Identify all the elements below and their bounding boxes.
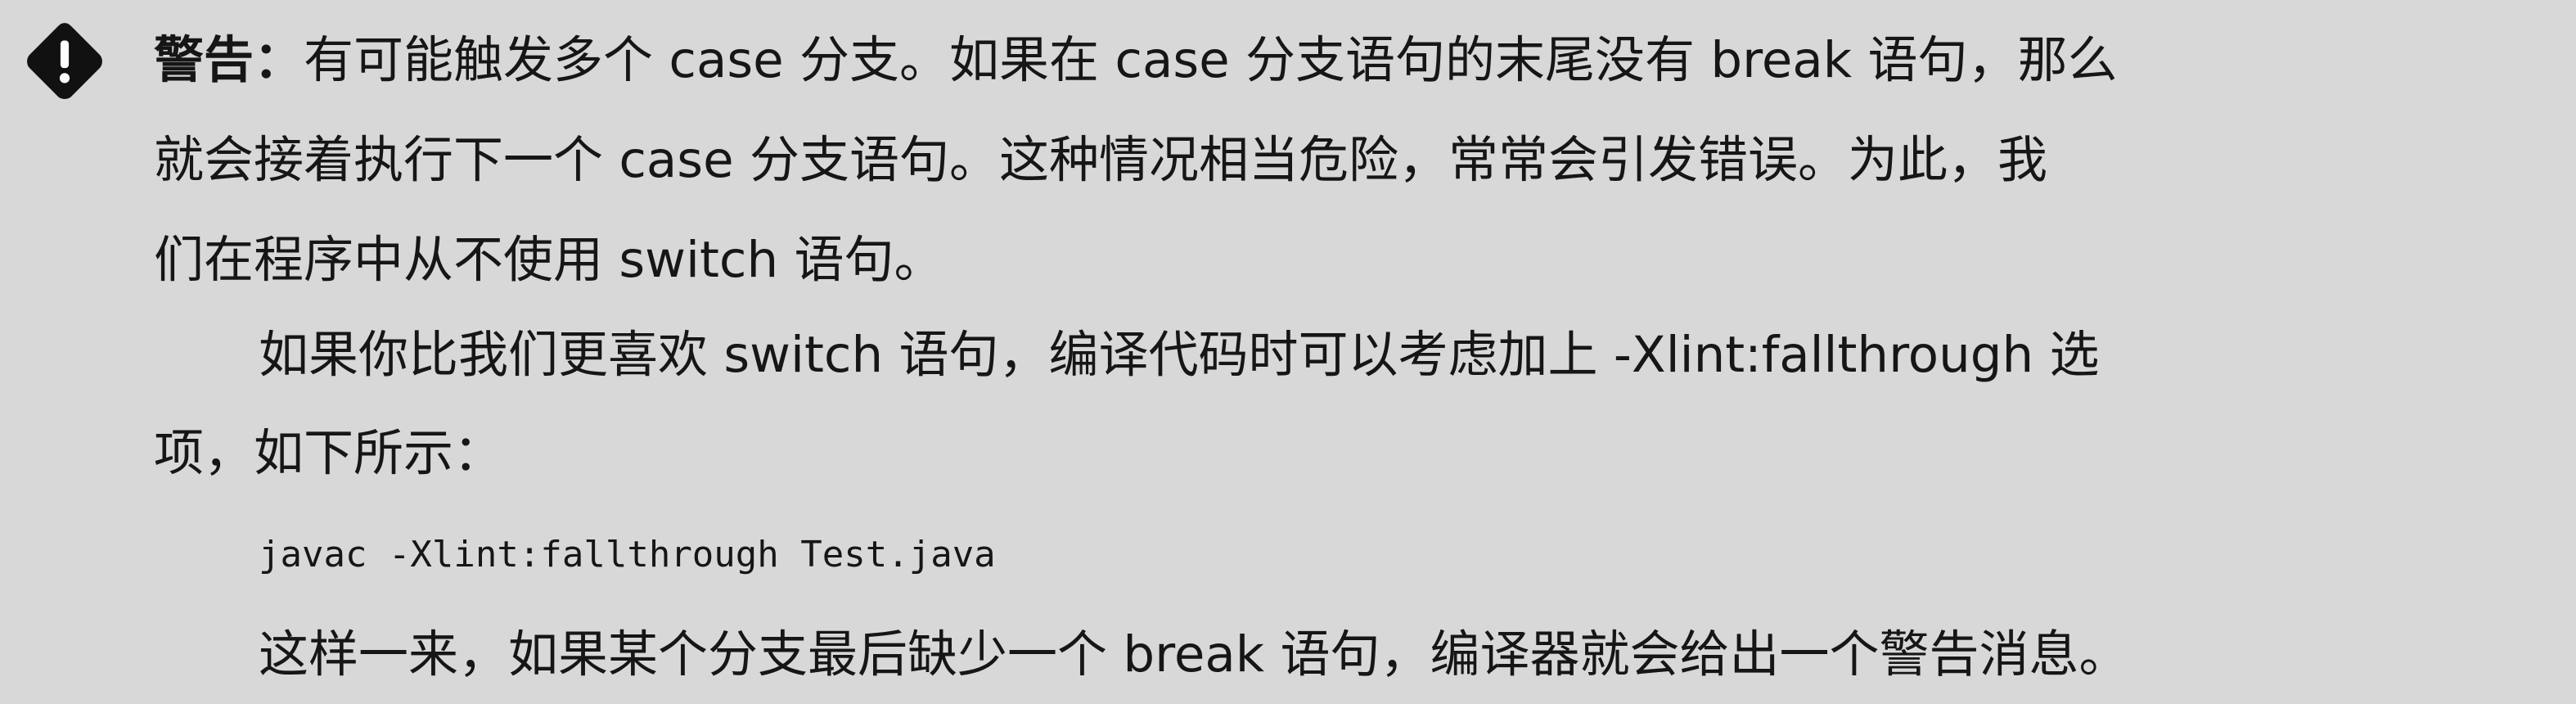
warning-line-2: 就会接着执行下一个 case 分支语句。这种情况相当危险，常常会引发错误。为此，… <box>154 131 2048 189</box>
warning-heading: 警告： <box>154 31 304 89</box>
warning-diamond-icon <box>27 23 102 99</box>
warning-line-4: 如果你比我们更喜欢 switch 语句，编译代码时可以考虑加上 -Xlint:f… <box>259 326 2100 384</box>
warning-line-5: 项，如下所示： <box>154 424 504 482</box>
warning-text-1: 有可能触发多个 case 分支。如果在 case 分支语句的末尾没有 break… <box>304 31 2118 89</box>
code-example: javac -Xlint:fallthrough Test.java <box>259 534 996 575</box>
warning-line-6: 这样一来，如果某个分支最后缺少一个 break 语句，编译器就会给出一个警告消息… <box>259 625 2129 684</box>
warning-box: 警告：有可能触发多个 case 分支。如果在 case 分支语句的末尾没有 br… <box>0 0 2576 704</box>
warning-line-1: 警告：有可能触发多个 case 分支。如果在 case 分支语句的末尾没有 br… <box>154 29 2118 92</box>
warning-line-3: 们在程序中从不使用 switch 语句。 <box>154 231 944 289</box>
